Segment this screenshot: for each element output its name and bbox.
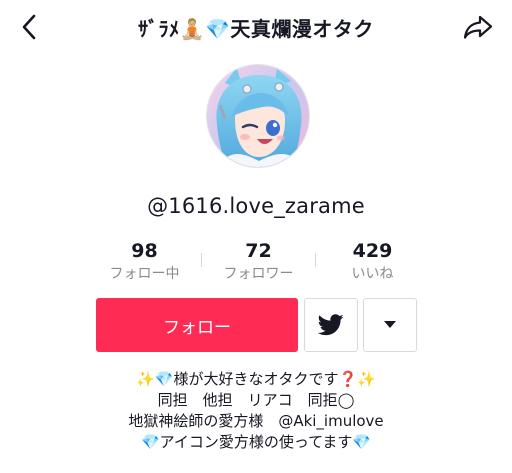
page-title: ｻﾞﾗﾒ🧘🏼💎天真爛漫オタク xyxy=(138,17,374,41)
followers-stat[interactable]: 72 フォロワー xyxy=(202,240,315,284)
twitter-button[interactable] xyxy=(304,298,358,352)
likes-stat: 429 いいね xyxy=(316,240,429,284)
share-arrow-icon xyxy=(463,15,493,39)
bio-line: ✨💎様が大好きなオタクです❓✨ xyxy=(136,370,376,388)
avatar-illustration xyxy=(207,65,309,167)
followers-label: フォロワー xyxy=(223,266,294,282)
caret-down-icon xyxy=(384,321,396,328)
share-button[interactable] xyxy=(462,12,494,42)
username: @1616.love_zarame xyxy=(147,194,365,218)
bio-line: 💎アイコン愛方様の使ってます💎 xyxy=(140,433,372,451)
followers-count: 72 xyxy=(245,240,272,262)
follow-button[interactable]: フォロー xyxy=(96,298,298,352)
avatar[interactable] xyxy=(206,64,310,168)
twitter-bird-icon xyxy=(318,314,344,336)
following-label: フォロー中 xyxy=(109,266,180,282)
more-options-button[interactable] xyxy=(363,298,417,352)
profile-bio: ✨💎様が大好きなオタクです❓✨ 同担 他担 リアコ 同拒◯ 地獄神絵師の愛方様 … xyxy=(0,369,512,453)
following-stat[interactable]: 98 フォロー中 xyxy=(88,240,201,284)
following-count: 98 xyxy=(131,240,158,262)
bio-line: 同担 他担 リアコ 同拒◯ xyxy=(157,391,355,409)
likes-label: いいね xyxy=(351,266,394,282)
chevron-left-icon xyxy=(22,14,36,40)
profile-stats: 98 フォロー中 72 フォロワー 429 いいね xyxy=(88,240,428,286)
likes-count: 429 xyxy=(352,240,393,262)
bio-line: 地獄神絵師の愛方様 @Aki_imulove xyxy=(128,412,384,430)
profile-header: ｻﾞﾗﾒ🧘🏼💎天真爛漫オタク xyxy=(0,0,512,54)
back-button[interactable] xyxy=(14,12,44,42)
